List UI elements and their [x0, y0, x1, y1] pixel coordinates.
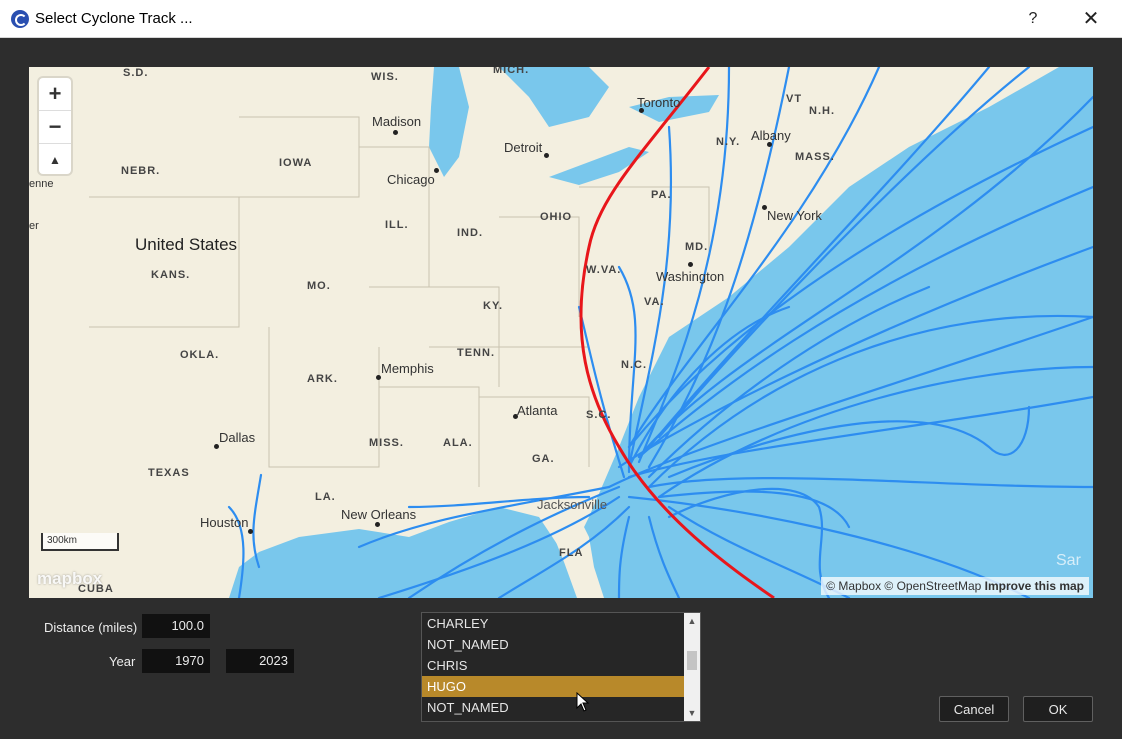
scale-bar: 300km [41, 533, 119, 551]
state-label: IOWA [279, 157, 313, 169]
state-label: W.VA. [586, 264, 622, 276]
scroll-thumb[interactable] [687, 651, 697, 670]
zoom-control: + − ▲ [39, 78, 71, 174]
map-attribution: © Mapbox © OpenStreetMap Improve this ma… [821, 577, 1089, 595]
storm-list-item[interactable]: CHARLEY [422, 613, 684, 634]
city-label: New York [767, 208, 822, 223]
partial-label: enne [29, 178, 54, 190]
scroll-down-arrow-icon[interactable]: ▼ [684, 705, 700, 721]
city-label: Detroit [504, 140, 543, 155]
city-label: New Orleans [341, 507, 417, 522]
city-label: Albany [751, 128, 791, 143]
window-title: Select Cyclone Track ... [35, 10, 193, 27]
lake-huron [499, 67, 609, 127]
city-dot [248, 529, 253, 534]
state-label: N.H. [809, 105, 835, 117]
state-label: KY. [483, 300, 504, 312]
city-label: Washington [656, 269, 725, 284]
distance-input[interactable]: 100.0 [142, 614, 210, 638]
state-label: FLA [559, 547, 584, 559]
close-button[interactable]: ✕ [1068, 0, 1114, 37]
app-icon [11, 10, 29, 28]
storm-list[interactable]: CHARLEY NOT_NAMED CHRIS HUGO NOT_NAMED ▲… [421, 612, 701, 722]
scroll-up-arrow-icon[interactable]: ▲ [684, 613, 700, 629]
cyclone-map[interactable]: + − ▲ S.D. WIS. MICH. NEBR. IOWA ILL. IN… [29, 67, 1093, 598]
city-label: Houston [200, 515, 249, 530]
state-label: MD. [685, 241, 709, 253]
state-label: IND. [457, 227, 483, 239]
city-dot [393, 130, 398, 135]
state-label: S.C. [586, 409, 612, 421]
attribution-text[interactable]: © Mapbox © OpenStreetMap [826, 579, 981, 593]
state-label: S.D. [123, 67, 149, 79]
title-bar: Select Cyclone Track ... ? ✕ [0, 0, 1122, 38]
city-label: Jacksonville [537, 497, 608, 512]
lake-michigan [429, 67, 469, 177]
state-label: ARK. [307, 373, 338, 385]
city-label: Madison [372, 114, 422, 129]
mouse-cursor-icon [576, 692, 590, 712]
storm-list-item[interactable]: NOT_NAMED [422, 634, 684, 655]
state-label: MISS. [369, 437, 404, 449]
mapbox-logo[interactable]: mapbox [37, 569, 102, 589]
compass-icon[interactable]: ▲ [39, 144, 71, 176]
distance-label: Distance (miles) [44, 620, 138, 635]
dialog-body: + − ▲ S.D. WIS. MICH. NEBR. IOWA ILL. IN… [0, 38, 1122, 739]
year-to-input[interactable]: 2023 [226, 649, 294, 673]
country-label: United States [135, 235, 238, 254]
lake-erie [549, 147, 649, 185]
state-label: OHIO [540, 211, 573, 223]
map-canvas [89, 67, 1093, 598]
partial-label: Sar [1056, 552, 1081, 569]
city-dot [375, 522, 380, 527]
city-label: Memphis [381, 361, 434, 376]
year-from-input[interactable]: 1970 [142, 649, 210, 673]
city-dot [688, 262, 693, 267]
storm-list-item-selected[interactable]: HUGO [422, 676, 684, 697]
partial-label: er [29, 220, 39, 232]
ok-button[interactable]: OK [1023, 696, 1093, 722]
state-label: N.C. [621, 359, 647, 371]
state-label: ILL. [385, 219, 409, 231]
city-label: Toronto [637, 95, 681, 110]
city-label: Atlanta [517, 403, 558, 418]
state-label: MICH. [493, 67, 530, 76]
storm-list-item[interactable]: CHRIS [422, 655, 684, 676]
state-label: MASS. [795, 151, 835, 163]
city-dot [544, 153, 549, 158]
city-dot [434, 168, 439, 173]
state-label: ALA. [443, 437, 473, 449]
state-label: NEBR. [121, 165, 161, 177]
list-scrollbar[interactable]: ▲ ▼ [684, 613, 700, 721]
state-label: N.Y. [716, 136, 741, 148]
state-label: GA. [532, 453, 555, 465]
storm-list-item[interactable]: NOT_NAMED [422, 697, 684, 718]
state-label: OKLA. [180, 349, 220, 361]
state-label: VT [786, 93, 803, 105]
city-label: Chicago [387, 172, 435, 187]
state-label: TENN. [457, 347, 495, 359]
improve-map-link[interactable]: Improve this map [985, 579, 1084, 593]
state-label: TEXAS [148, 467, 190, 479]
state-label: WIS. [371, 71, 399, 83]
zoom-out-button[interactable]: − [39, 111, 71, 144]
zoom-in-button[interactable]: + [39, 78, 71, 111]
year-label: Year [109, 654, 136, 669]
state-label: LA. [315, 491, 336, 503]
help-button[interactable]: ? [1010, 0, 1056, 37]
state-label: VA. [644, 296, 665, 308]
state-label: PA. [651, 189, 672, 201]
city-label: Dallas [219, 430, 256, 445]
state-label: KANS. [151, 269, 191, 281]
cancel-button[interactable]: Cancel [939, 696, 1009, 722]
state-label: MO. [307, 280, 331, 292]
